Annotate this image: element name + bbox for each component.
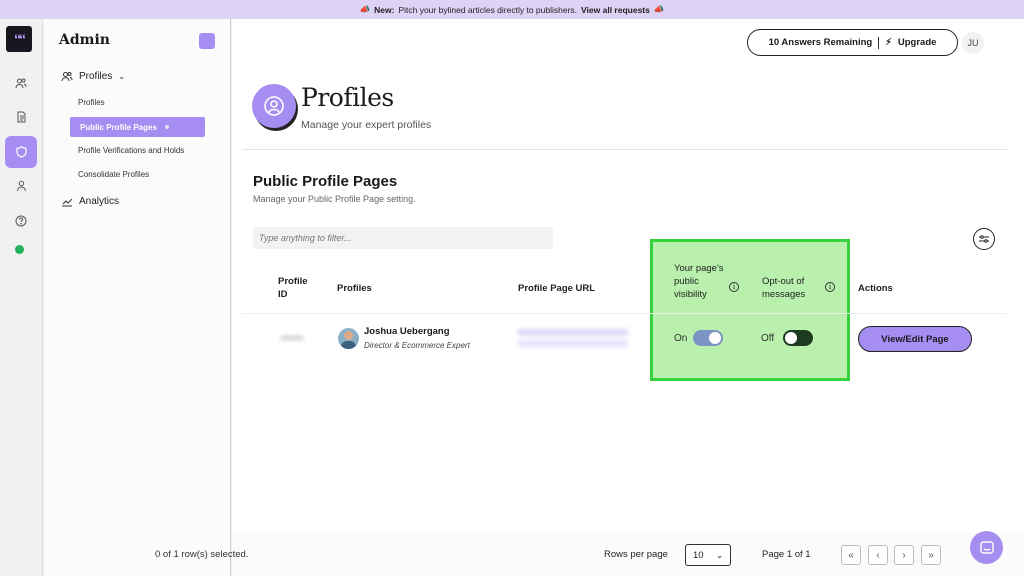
sidebar-item-profiles[interactable]: Profiles [78,98,105,107]
lightning-icon: ⚡︎ [885,37,892,48]
visibility-state: On [674,333,688,344]
last-page-button[interactable]: » [921,545,941,565]
sliders-icon [979,235,989,243]
page-title: Profiles [301,83,394,112]
toggle-knob [785,332,797,344]
profile-id-redacted [280,335,304,341]
profile-url-redacted[interactable] [518,329,628,347]
sidebar-item-consolidate[interactable]: Consolidate Profiles [78,170,149,179]
info-icon[interactable]: i [825,282,835,292]
answers-remaining: 10 Answers Remaining [768,37,873,48]
selection-count: 0 of 1 row(s) selected. [155,549,249,560]
chart-icon [62,198,73,206]
profile-icon [252,84,296,128]
profile-name: Joshua Uebergang [364,326,450,337]
visibility-toggle[interactable] [693,330,723,346]
sidebar: Admin Profiles ⌄ Profiles Public Profile… [44,19,231,576]
users-icon[interactable] [5,67,37,99]
info-icon[interactable]: i [729,282,739,292]
filter-input[interactable]: Type anything to filter... [253,227,553,249]
sidebar-item-analytics[interactable]: Analytics [61,196,119,207]
sidebar-group-label: Profiles [79,71,113,82]
icon-rail: ““ [0,19,43,576]
sidebar-item-public-profile-pages[interactable]: Public Profile Pages [70,117,205,137]
user-icon[interactable] [5,170,37,202]
highlight-box [650,239,850,381]
first-page-button[interactable]: « [841,545,861,565]
megaphone-icon: 📣 [653,4,665,14]
chevron-down-icon: ⌄ [118,72,126,81]
page-info: Page 1 of 1 [762,549,811,560]
app-logo[interactable]: ““ [6,26,32,52]
answers-upgrade-button[interactable]: 10 Answers Remaining ⚡︎ Upgrade [747,29,958,56]
users-icon [61,72,73,82]
sidebar-item-label: Analytics [79,196,120,207]
rows-per-page-label: Rows per page [604,549,668,560]
header-actions: Actions [858,283,893,294]
online-status-dot [15,245,24,254]
header-profiles: Profiles [337,283,372,294]
help-icon[interactable] [5,205,37,237]
user-avatar[interactable]: JU [962,32,984,54]
section-title: Public Profile Pages [253,173,398,190]
banner-label: New: [374,4,395,15]
view-requests-link[interactable]: View all requests [581,5,650,15]
announcement-banner: 📣 New: Pitch your bylined articles direc… [0,0,1024,19]
page-subtitle: Manage your expert profiles [301,119,432,131]
header-optout: Opt-out of messages [762,276,806,300]
table-divider [242,313,1007,314]
header-profile-url: Profile Page URL [518,283,596,294]
shield-icon[interactable] [5,136,37,168]
column-settings-button[interactable] [973,228,995,250]
sidebar-item-verifications[interactable]: Profile Verifications and Holds [78,146,184,155]
divider [878,36,880,49]
toggle-knob [709,332,721,344]
optout-state: Off [761,333,775,344]
view-edit-page-button[interactable]: View/Edit Page [858,326,972,352]
header-visibility: Your page's public visibility [674,263,724,300]
prev-page-button[interactable]: ‹ [868,545,888,565]
chat-button[interactable] [970,531,1003,564]
main-content: 10 Answers Remaining ⚡︎ Upgrade JU Profi… [232,19,1024,576]
megaphone-icon: 📣 [359,4,371,14]
rows-per-page-value: 10 [693,549,704,561]
banner-text: Pitch your bylined articles directly to … [398,4,578,15]
next-page-button[interactable]: › [894,545,914,565]
profile-role: Director & Ecommerce Expert [364,341,470,350]
header-divider [242,149,1007,150]
sparkle-icon [164,125,169,129]
rows-per-page-select[interactable]: 10 ⌄ [685,544,731,566]
profile-avatar [338,328,359,349]
upgrade-label: Upgrade [897,37,937,48]
header-profile-id: Profile ID [278,276,308,300]
document-icon[interactable] [5,101,37,133]
pin-icon[interactable] [199,33,215,49]
sidebar-group-profiles[interactable]: Profiles ⌄ [61,71,125,82]
chat-icon [979,540,994,554]
chevron-down-icon: ⌄ [716,550,723,560]
sidebar-title: Admin [59,32,110,48]
optout-toggle[interactable] [783,330,813,346]
section-subtitle: Manage your Public Profile Page setting. [253,194,416,204]
sidebar-item-label: Public Profile Pages [80,122,157,132]
